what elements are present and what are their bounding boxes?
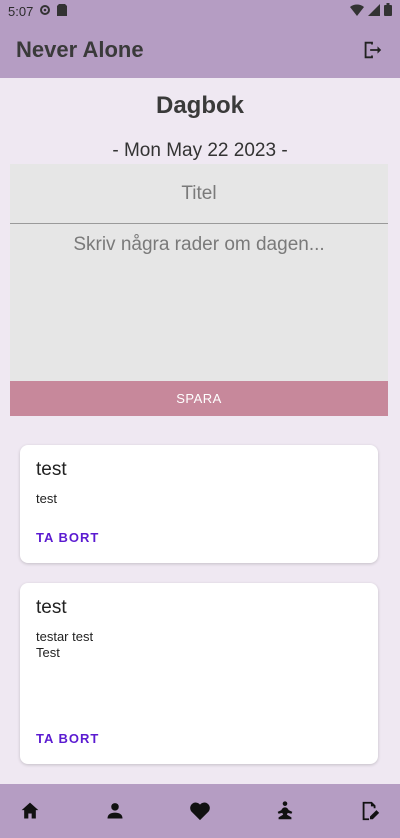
status-time: 5:07 <box>8 3 34 19</box>
delete-button[interactable]: TA BORT <box>36 530 99 545</box>
diary-entry-card: test testar test Test TA BORT <box>20 583 378 764</box>
meditation-icon[interactable] <box>273 799 297 823</box>
page-title: Dagbok <box>155 92 244 119</box>
signal-icon <box>368 3 380 19</box>
logout-icon[interactable] <box>360 38 384 62</box>
edit-icon[interactable] <box>358 799 382 823</box>
profile-icon[interactable] <box>103 799 127 823</box>
diary-editor: Titel Skriv några rader om dagen... SPAR… <box>10 164 388 416</box>
wifi-icon <box>350 3 364 19</box>
entry-title: test <box>36 459 67 480</box>
entry-body: test <box>36 491 57 506</box>
entry-text-input[interactable]: Skriv några rader om dagen... <box>10 224 388 381</box>
diary-entry-card: test test TA BORT <box>20 445 378 563</box>
status-bar: 5:07 <box>0 0 400 22</box>
settings-icon <box>39 4 51 19</box>
entry-body: testar test Test <box>36 629 94 660</box>
delete-button[interactable]: TA BORT <box>36 731 99 746</box>
bottom-navigation <box>0 784 400 838</box>
sd-card-icon <box>57 3 68 19</box>
entry-title: test <box>36 597 67 618</box>
heart-icon[interactable] <box>188 799 212 823</box>
app-title: Never Alone <box>16 37 144 62</box>
title-input[interactable]: Titel <box>10 164 388 224</box>
battery-icon <box>384 3 392 19</box>
current-date: - Mon May 22 2023 - <box>112 140 288 161</box>
save-button[interactable]: SPARA <box>10 381 388 416</box>
home-icon[interactable] <box>18 799 42 823</box>
app-bar: Never Alone <box>0 22 400 78</box>
